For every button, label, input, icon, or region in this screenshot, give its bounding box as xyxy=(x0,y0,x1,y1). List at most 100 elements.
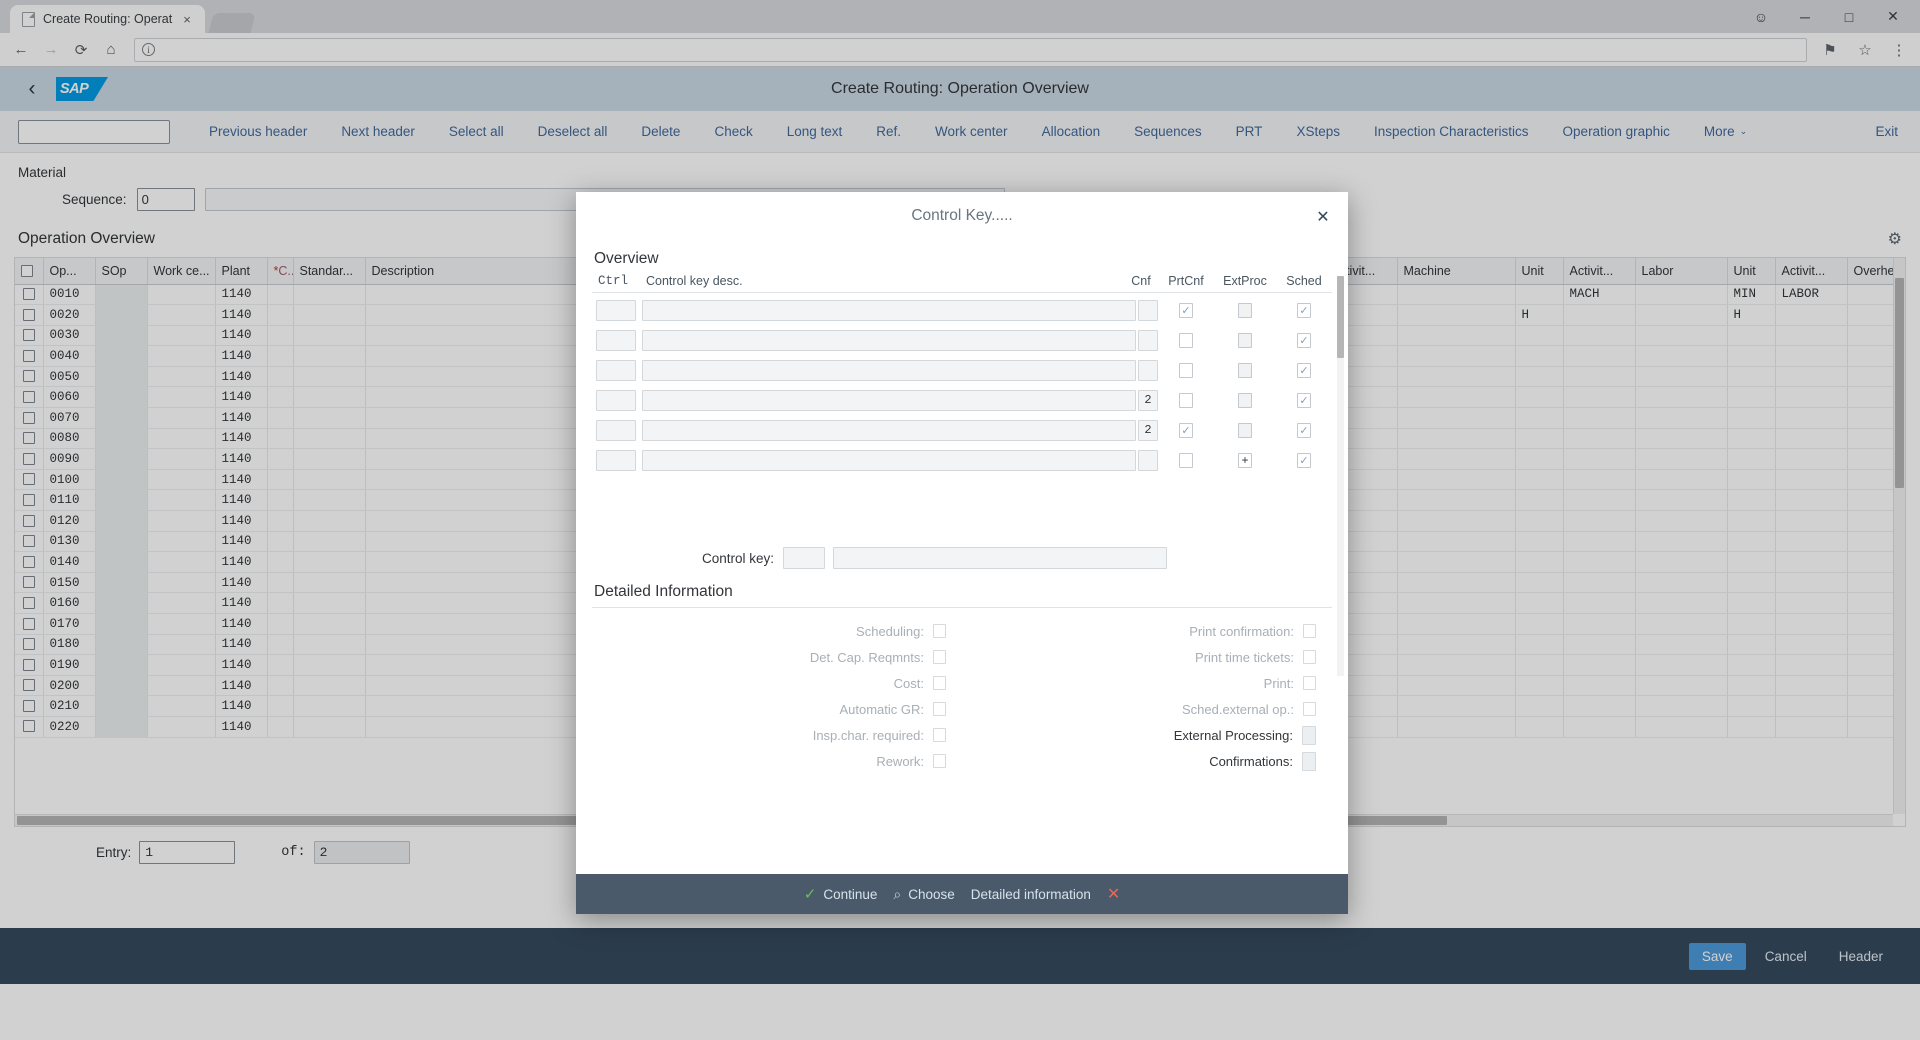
detail-checkbox[interactable] xyxy=(1302,751,1316,771)
dialog-col-ctrl: Ctrl xyxy=(598,274,629,288)
dialog-ctrl-input[interactable] xyxy=(596,419,636,441)
dialog-desc-input[interactable] xyxy=(642,449,1136,471)
dialog-row[interactable]: 2 ✓ ✓ xyxy=(592,417,1332,443)
dialog-col-desc: Control key desc. xyxy=(646,274,743,288)
detail-label: External Processing: xyxy=(1173,727,1293,743)
detail-checkbox[interactable] xyxy=(1303,676,1316,690)
prtcnf-checkbox[interactable] xyxy=(1179,392,1193,408)
detail-checkbox[interactable] xyxy=(1303,702,1316,716)
dialog-cancel-icon[interactable]: ✕ xyxy=(1107,884,1120,904)
detail-checkbox[interactable] xyxy=(933,624,946,638)
prtcnf-checkbox[interactable] xyxy=(1179,332,1193,348)
dialog-cnf-input[interactable] xyxy=(1138,359,1158,381)
detail-row: Insp.char. required: xyxy=(592,722,962,748)
detail-checkbox[interactable] xyxy=(1303,624,1316,638)
sched-checkbox[interactable]: ✓ xyxy=(1297,392,1311,408)
extproc-checkbox-wrapper xyxy=(1214,422,1276,438)
detail-row: Print: xyxy=(962,670,1332,696)
dialog-header: Control Key..... ✕ xyxy=(576,192,1348,240)
dialog-cnf-input[interactable]: 2 xyxy=(1138,389,1158,411)
control-key-row: Control key: xyxy=(592,547,1332,569)
detail-row: Automatic GR: xyxy=(592,696,962,722)
sched-checkbox[interactable]: ✓ xyxy=(1297,362,1311,378)
detail-checkbox[interactable] xyxy=(933,650,946,664)
extproc-checkbox[interactable] xyxy=(1238,332,1252,348)
extproc-checkbox-wrapper xyxy=(1214,362,1276,378)
detailed-information-title: Detailed Information xyxy=(594,583,733,600)
dialog-row[interactable]: ✓ xyxy=(592,327,1332,353)
dialog-desc-input[interactable] xyxy=(642,419,1136,441)
control-key-dialog: Control Key..... ✕ Overview Ctrl Control… xyxy=(576,192,1348,914)
dialog-ctrl-input[interactable] xyxy=(596,449,636,471)
extproc-checkbox[interactable] xyxy=(1238,302,1252,318)
dialog-desc-input[interactable] xyxy=(642,359,1136,381)
sched-checkbox[interactable]: ✓ xyxy=(1297,302,1311,318)
dialog-scrollbar[interactable] xyxy=(1337,276,1344,676)
detail-checkbox[interactable] xyxy=(933,702,946,716)
sched-checkbox[interactable]: ✓ xyxy=(1297,452,1311,468)
detailed-information-grid: Scheduling: Det. Cap. Reqmnts: Cost: Automa… xyxy=(592,618,1332,774)
detail-row: External Processing: xyxy=(962,722,1332,748)
detail-checkbox[interactable] xyxy=(933,676,946,690)
dialog-desc-input[interactable] xyxy=(642,299,1136,321)
dialog-desc-input[interactable] xyxy=(642,329,1136,351)
extproc-checkbox[interactable]: + xyxy=(1238,452,1252,468)
extproc-checkbox[interactable] xyxy=(1238,392,1252,408)
extproc-checkbox-wrapper: + xyxy=(1214,452,1276,468)
dialog-col-extproc: ExtProc xyxy=(1223,274,1267,288)
choose-button[interactable]: ⌕ Choose xyxy=(893,886,954,903)
detail-column-left: Scheduling: Det. Cap. Reqmnts: Cost: Automa… xyxy=(592,618,962,774)
prtcnf-checkbox-wrapper xyxy=(1158,362,1214,378)
detail-row: Scheduling: xyxy=(592,618,962,644)
prtcnf-checkbox-wrapper: ✓ xyxy=(1158,302,1214,318)
dialog-cnf-input[interactable]: 2 xyxy=(1138,419,1158,441)
choose-label: Choose xyxy=(908,886,955,902)
dialog-title: Control Key..... xyxy=(911,207,1013,224)
dialog-cnf-input[interactable] xyxy=(1138,449,1158,471)
sched-checkbox-wrapper: ✓ xyxy=(1276,452,1332,468)
detail-row: Det. Cap. Reqmnts: xyxy=(592,644,962,670)
dialog-row[interactable]: ✓ ✓ xyxy=(592,297,1332,323)
detail-row: Cost: xyxy=(592,670,962,696)
control-key-description-input[interactable] xyxy=(833,547,1167,569)
prtcnf-checkbox[interactable]: ✓ xyxy=(1179,422,1193,438)
extproc-checkbox[interactable] xyxy=(1238,362,1252,378)
dialog-row[interactable]: + ✓ xyxy=(592,447,1332,473)
sched-checkbox[interactable]: ✓ xyxy=(1297,422,1311,438)
dialog-cnf-input[interactable] xyxy=(1138,329,1158,351)
dialog-cnf-input[interactable] xyxy=(1138,299,1158,321)
dialog-footer: ✓ Continue ⌕ Choose Detailed information… xyxy=(576,874,1348,914)
extproc-checkbox-wrapper xyxy=(1214,392,1276,408)
detail-checkbox[interactable] xyxy=(1302,725,1316,745)
detail-checkbox[interactable] xyxy=(1303,650,1316,664)
detail-checkbox[interactable] xyxy=(933,728,946,742)
detail-row: Rework: xyxy=(592,748,962,774)
dialog-overview-title: Overview xyxy=(594,250,659,267)
sched-checkbox[interactable]: ✓ xyxy=(1297,332,1311,348)
detail-label: Scheduling: xyxy=(856,623,924,639)
detail-row: Print time tickets: xyxy=(962,644,1332,670)
dialog-ctrl-input[interactable] xyxy=(596,389,636,411)
prtcnf-checkbox-wrapper xyxy=(1158,392,1214,408)
dialog-row[interactable]: ✓ xyxy=(592,357,1332,383)
extproc-checkbox[interactable] xyxy=(1238,422,1252,438)
dialog-desc-input[interactable] xyxy=(642,389,1136,411)
detail-row: Print confirmation: xyxy=(962,618,1332,644)
dialog-scroll-thumb[interactable] xyxy=(1337,276,1344,358)
prtcnf-checkbox[interactable]: ✓ xyxy=(1179,302,1193,318)
detail-label: Print: xyxy=(1263,675,1294,691)
detail-label: Print confirmation: xyxy=(1189,623,1294,639)
dialog-col-cnf: Cnf xyxy=(1131,274,1151,288)
detail-checkbox[interactable] xyxy=(933,754,946,768)
dialog-ctrl-input[interactable] xyxy=(596,329,636,351)
detailed-information-button[interactable]: Detailed information xyxy=(971,887,1091,902)
detail-label: Insp.char. required: xyxy=(812,727,924,743)
continue-button[interactable]: ✓ Continue xyxy=(804,885,878,903)
prtcnf-checkbox[interactable] xyxy=(1179,362,1193,378)
control-key-input[interactable] xyxy=(783,547,825,569)
dialog-ctrl-input[interactable] xyxy=(596,299,636,321)
dialog-row[interactable]: 2 ✓ xyxy=(592,387,1332,413)
dialog-ctrl-input[interactable] xyxy=(596,359,636,381)
dialog-close-icon[interactable]: ✕ xyxy=(1312,206,1334,228)
prtcnf-checkbox[interactable] xyxy=(1179,452,1193,468)
